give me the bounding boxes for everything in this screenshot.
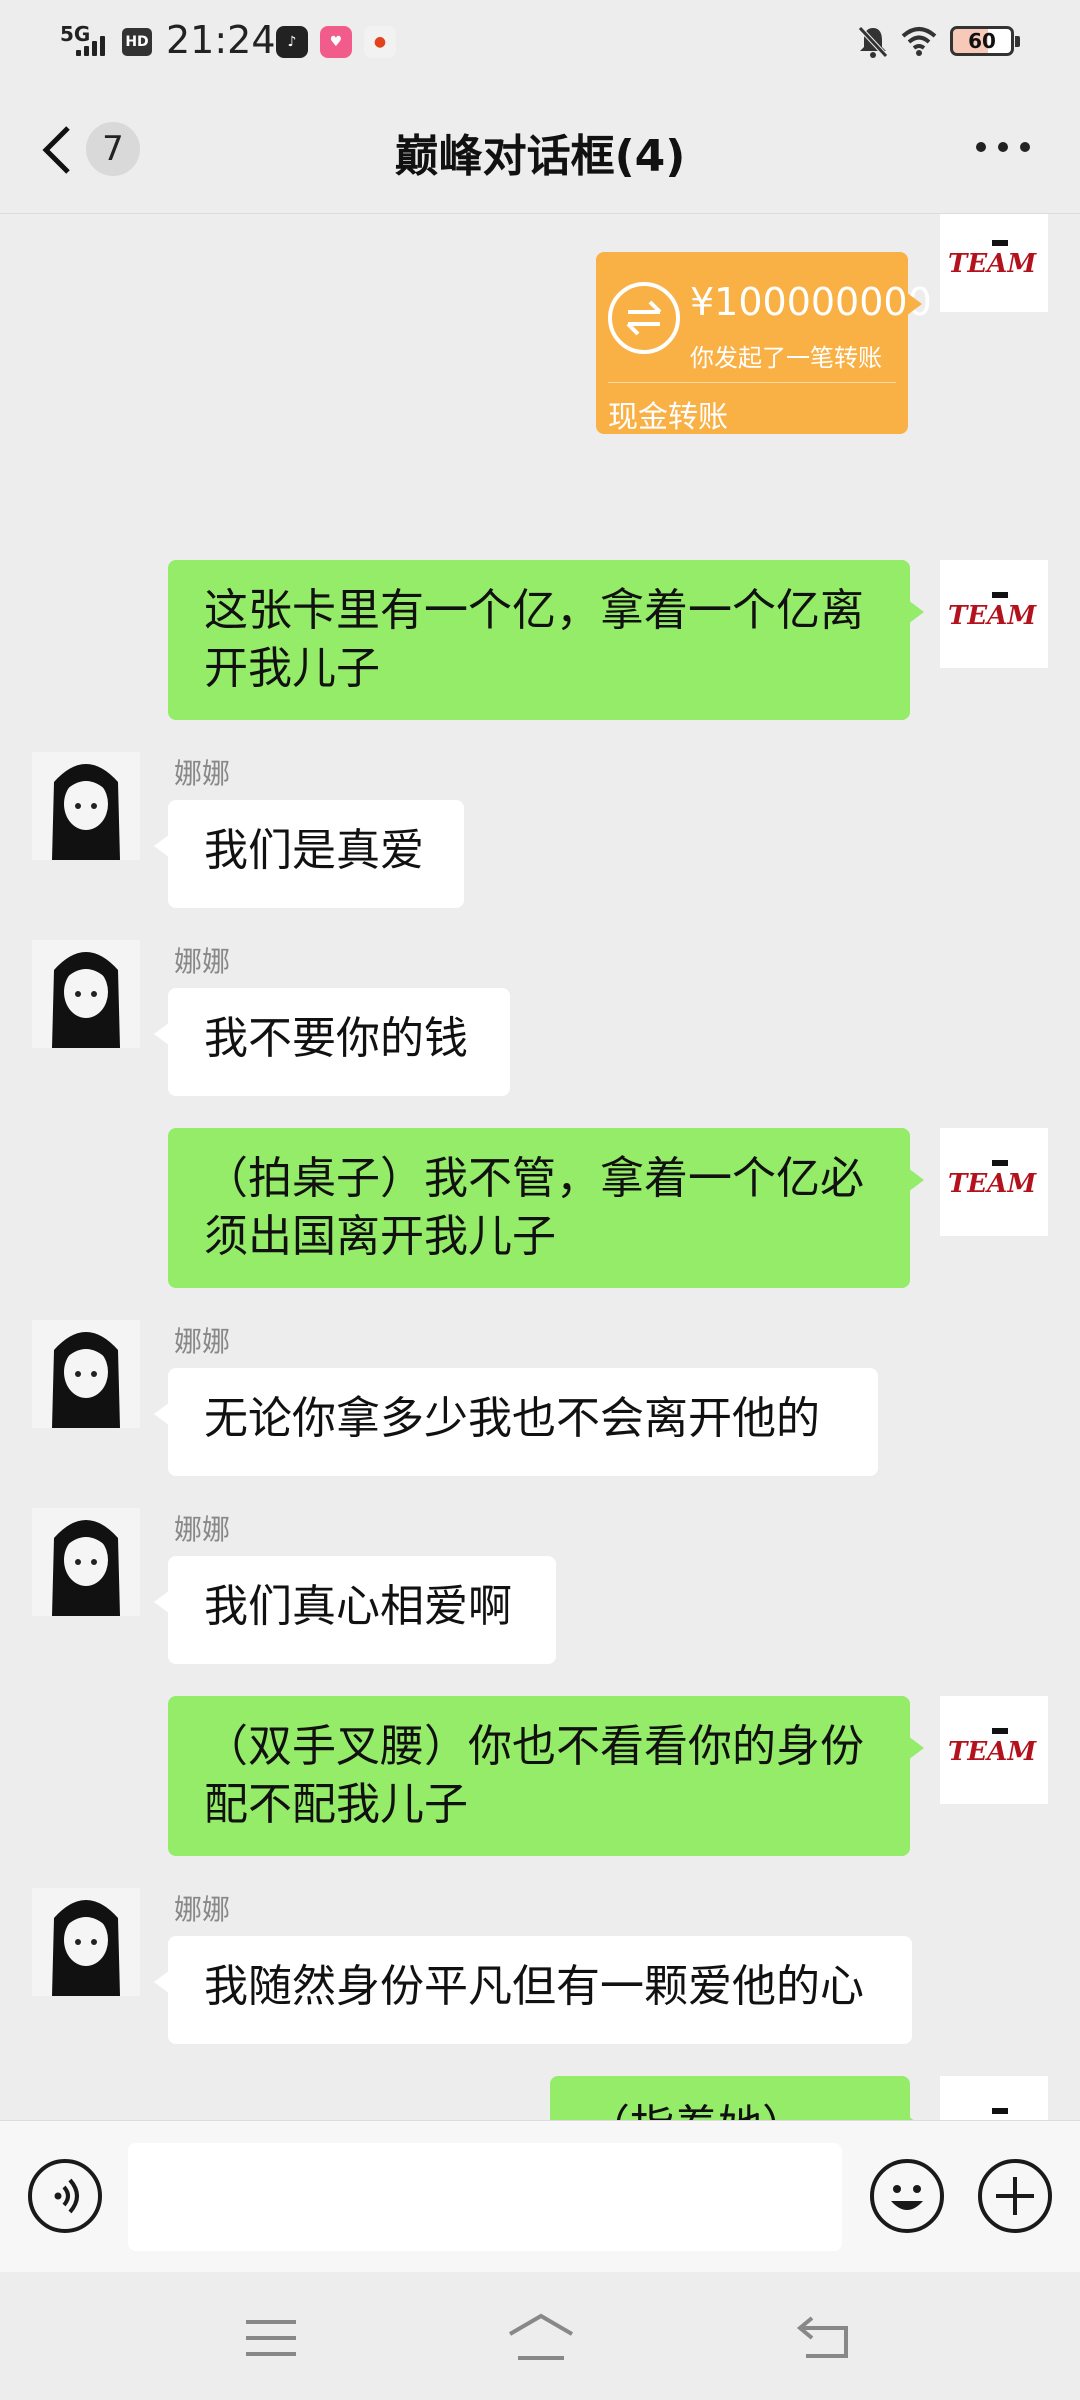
other-message-bubble[interactable]: 无论你拿多少我也不会离开他的 [154, 1368, 878, 1476]
transfer-label: 现金转账 [608, 400, 728, 435]
svg-text:TEAM: TEAM [948, 1737, 1037, 1767]
message-row-transfer: ¥100000000 你发起了一笔转账 现金转账 TEAM [0, 214, 1080, 454]
unread-count-badge[interactable]: 7 [86, 122, 140, 176]
message-row: 娜娜 我不要你的钱 [0, 940, 1080, 1110]
sender-name: 娜娜 [174, 757, 231, 790]
hd-icon: HD [122, 28, 152, 56]
message-line: 我不要你的钱 [204, 1013, 468, 1064]
back-icon[interactable] [36, 122, 76, 178]
app-notification-icon-2: ● [364, 26, 396, 58]
transfer-divider [608, 382, 896, 383]
my-avatar[interactable]: TEAM [940, 2076, 1048, 2120]
plus-icon[interactable] [978, 2159, 1052, 2233]
message-row: 这张卡里有一个亿，拿着一个亿离 开我儿子 TEAM [0, 560, 1080, 730]
nana-avatar[interactable] [32, 1508, 140, 1616]
message-line: 开我儿子 [204, 643, 380, 694]
my-avatar[interactable]: TEAM [940, 1128, 1048, 1236]
app-notification-icon: ♥ [320, 26, 352, 58]
svg-text:TEAM: TEAM [948, 1169, 1037, 1199]
chat-title: 巅峰对话框(4) [394, 131, 686, 182]
transfer-amount: ¥100000000 [690, 280, 932, 324]
my-message-bubble[interactable]: （双手叉腰）你也不看看你的身份 配不配我儿子 [168, 1696, 924, 1856]
my-avatar[interactable]: TEAM [940, 1696, 1048, 1804]
other-message-bubble[interactable]: 我们真心相爱啊 [154, 1556, 556, 1664]
sender-name: 娜娜 [174, 1325, 231, 1358]
more-icon[interactable] [976, 142, 1032, 156]
nana-avatar[interactable] [32, 940, 140, 1048]
message-line: 我们真心相爱啊 [204, 1581, 512, 1632]
my-message-bubble[interactable]: （拍桌子）我不管，拿着一个亿必 须出国离开我儿子 [168, 1128, 924, 1288]
svg-text:TEAM: TEAM [948, 249, 1037, 279]
svg-text:TEAM: TEAM [948, 601, 1037, 631]
message-row: 娜娜 我们真心相爱啊 [0, 1508, 1080, 1678]
message-line: 这张卡里有一个亿，拿着一个亿离 [204, 585, 864, 636]
tiktok-icon: ♪ [276, 26, 308, 58]
message-row: 娜娜 我随然身份平凡但有一颗爱他的心 [0, 1888, 1080, 2058]
my-avatar[interactable]: TEAM [940, 214, 1048, 312]
message-line: 无论你拿多少我也不会离开他的 [204, 1393, 820, 1444]
emoji-icon[interactable] [870, 2159, 944, 2233]
nana-avatar[interactable] [32, 752, 140, 860]
message-row: （拍桌子）我不管，拿着一个亿必 须出国离开我儿子 TEAM [0, 1128, 1080, 1298]
message-line: （双手叉腰）你也不看看你的身份 [204, 1721, 864, 1772]
other-message-bubble[interactable]: 我们是真爱 [154, 800, 464, 908]
home-icon[interactable] [506, 2312, 576, 2362]
clock: 21:24 [166, 18, 276, 62]
my-message-bubble[interactable]: （指着她）你！ [550, 2076, 924, 2120]
signal-icon [74, 34, 108, 56]
message-line: 我随然身份平凡但有一颗爱他的心 [204, 1961, 864, 2012]
transfer-description: 你发起了一笔转账 [690, 344, 882, 372]
message-row: 娜娜 我们是真爱 [0, 752, 1080, 922]
message-row: （双手叉腰）你也不看看你的身份 配不配我儿子 TEAM [0, 1696, 1080, 1866]
system-nav-bar [0, 2272, 1080, 2400]
voice-icon[interactable] [28, 2159, 102, 2233]
chat-header: 7 巅峰对话框(4) [0, 84, 1080, 214]
nana-avatar[interactable] [32, 1320, 140, 1428]
sender-name: 娜娜 [174, 945, 231, 978]
nav-back-icon[interactable] [796, 2314, 852, 2360]
other-message-bubble[interactable]: 我随然身份平凡但有一颗爱他的心 [154, 1936, 912, 2044]
message-line: （指着她）你！ [586, 2098, 874, 2120]
message-line: 须出国离开我儿子 [204, 1211, 556, 1262]
message-row: （指着她）你！ TEAM [0, 2076, 1080, 2120]
mute-icon [858, 26, 888, 58]
sender-name: 娜娜 [174, 1893, 231, 1926]
transfer-card[interactable]: ¥100000000 你发起了一笔转账 现金转账 [596, 252, 932, 435]
nana-avatar[interactable] [32, 1888, 140, 1996]
sender-name: 娜娜 [174, 1513, 231, 1546]
other-message-bubble[interactable]: 我不要你的钱 [154, 988, 510, 1096]
menu-icon[interactable] [244, 2318, 298, 2358]
message-row: 娜娜 无论你拿多少我也不会离开他的 [0, 1320, 1080, 1490]
message-list[interactable]: ¥100000000 你发起了一笔转账 现金转账 TEAM 这张卡里有一个亿，拿… [0, 214, 1080, 2120]
battery-indicator: 60 [950, 26, 1020, 56]
message-line: 配不配我儿子 [204, 1779, 468, 1830]
wifi-icon [901, 27, 937, 56]
message-input[interactable] [128, 2143, 842, 2251]
message-line: （拍桌子）我不管，拿着一个亿必 [204, 1153, 864, 1204]
my-message-bubble[interactable]: 这张卡里有一个亿，拿着一个亿离 开我儿子 [168, 560, 924, 720]
message-line: 我们是真爱 [204, 825, 424, 876]
status-bar: 5G HD 21:24 ♪ ♥ ● 60 [0, 0, 1080, 84]
input-bar [0, 2120, 1080, 2272]
transfer-icon [608, 282, 680, 354]
my-avatar[interactable]: TEAM [940, 560, 1048, 668]
